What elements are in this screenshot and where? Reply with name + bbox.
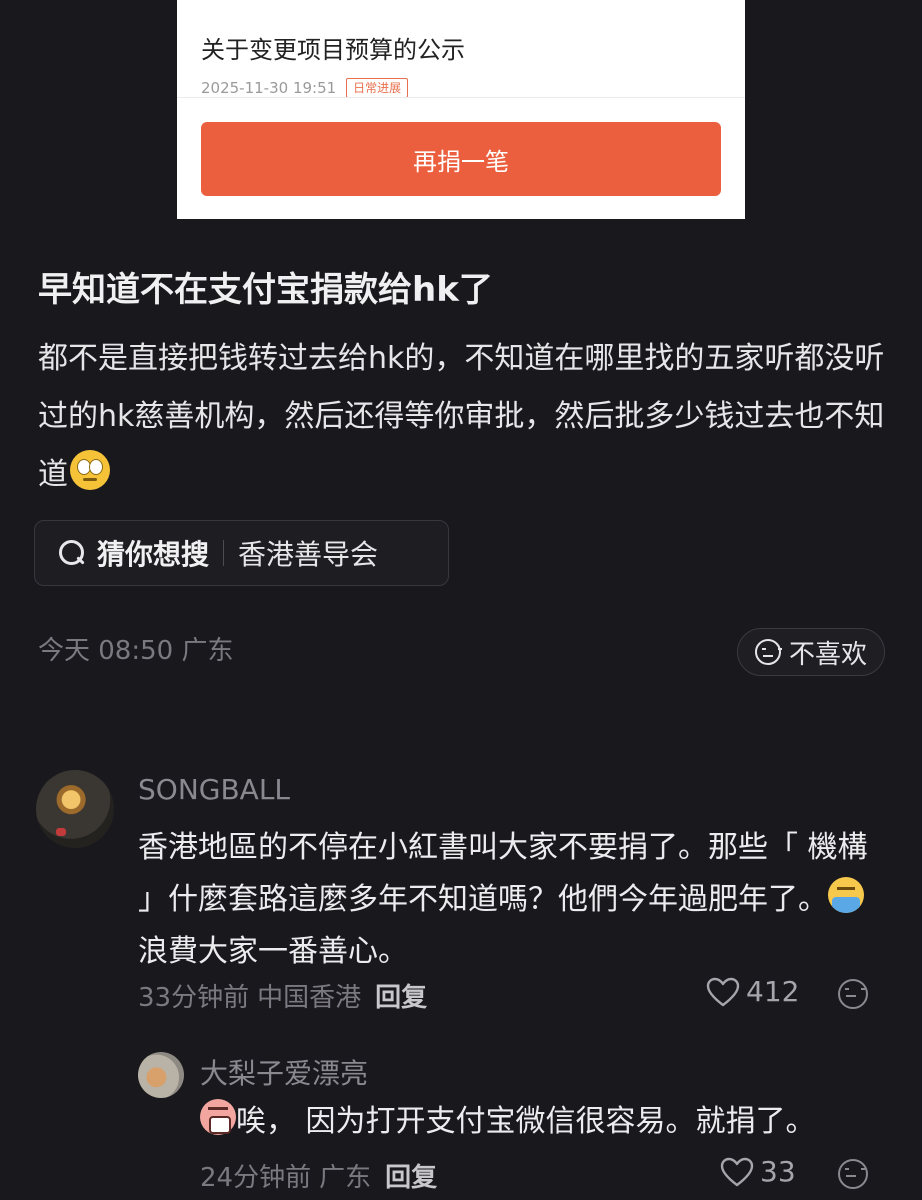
neutral-face-icon: [754, 639, 782, 665]
comment-time: 24分钟前: [200, 1163, 312, 1193]
comment-location: 广东: [319, 1163, 372, 1193]
donate-again-button: 再捐一笔: [201, 122, 721, 196]
heart-icon: [720, 1157, 754, 1187]
like-count: 412: [746, 975, 800, 1008]
post-timestamp-location: 今天 08:50 广东: [38, 636, 234, 666]
card-divider: [177, 97, 745, 98]
reply-button[interactable]: 回复: [375, 977, 427, 1014]
screaming-emoji-icon: [200, 1099, 236, 1135]
suggested-search-term: 香港善导会: [238, 538, 379, 571]
rolling-eyes-emoji-icon: [70, 450, 110, 490]
comment-meta: 24分钟前 广东 回复: [200, 1157, 437, 1194]
card-title: 关于变更项目预算的公示: [201, 36, 465, 64]
card-meta: 2025-11-30 19:51 日常进展: [201, 78, 409, 98]
dislike-label: 不喜欢: [788, 639, 867, 670]
comment-text: 唉， 因为打开支付宝微信很容易。就捐了。: [200, 1096, 890, 1148]
embedded-donation-card: 关于变更项目预算的公示 2025-11-30 19:51 日常进展 再捐一笔: [177, 0, 745, 219]
post-body: 都不是直接把钱转过去给hk的，不知道在哪里找的五家听都没听过的hk慈善机构，然后…: [38, 330, 898, 504]
dislike-comment-icon[interactable]: [838, 979, 868, 1009]
crying-bath-emoji-icon: [828, 877, 864, 913]
post-body-text: 都不是直接把钱转过去给hk的，不知道在哪里找的五家听都没听过的hk慈善机构，然后…: [38, 341, 885, 492]
comment-text-part: 香港地區的不停在小紅書叫大家不要捐了。那些「 機構 」什麼套路這麼多年不知道嗎？…: [138, 830, 868, 917]
search-icon: [57, 538, 87, 568]
heart-icon: [706, 977, 740, 1007]
like-button[interactable]: 412: [706, 975, 799, 1008]
comment-text-part: 浪費大家一番善心。: [138, 934, 408, 969]
chip-divider: [223, 540, 225, 566]
suggested-search-chip[interactable]: 猜你想搜 香港善导会: [34, 520, 449, 586]
comment-username[interactable]: 大梨子爱漂亮: [200, 1052, 368, 1092]
like-button[interactable]: 33: [720, 1155, 796, 1188]
dislike-button[interactable]: 不喜欢: [737, 628, 885, 676]
comment-meta: 33分钟前 中国香港 回复: [138, 977, 427, 1014]
avatar[interactable]: [36, 770, 114, 848]
comment-text: 香港地區的不停在小紅書叫大家不要捐了。那些「 機構 」什麼套路這麼多年不知道嗎？…: [138, 822, 888, 978]
comment-username[interactable]: SONGBALL: [138, 773, 290, 806]
card-tag: 日常进展: [346, 78, 409, 98]
suggested-search-label: 猜你想搜: [97, 538, 210, 571]
avatar[interactable]: [138, 1052, 184, 1098]
comment-location: 中国香港: [257, 983, 362, 1013]
comment-text-part: 唉， 因为打开支付宝微信很容易。就捐了。: [236, 1104, 816, 1139]
like-count: 33: [760, 1155, 796, 1188]
card-timestamp: 2025-11-30 19:51: [201, 79, 337, 97]
reply-button[interactable]: 回复: [385, 1157, 437, 1194]
comment-time: 33分钟前: [138, 983, 250, 1013]
post-title: 早知道不在支付宝捐款给hk了: [38, 270, 493, 310]
dislike-comment-icon[interactable]: [838, 1159, 868, 1189]
